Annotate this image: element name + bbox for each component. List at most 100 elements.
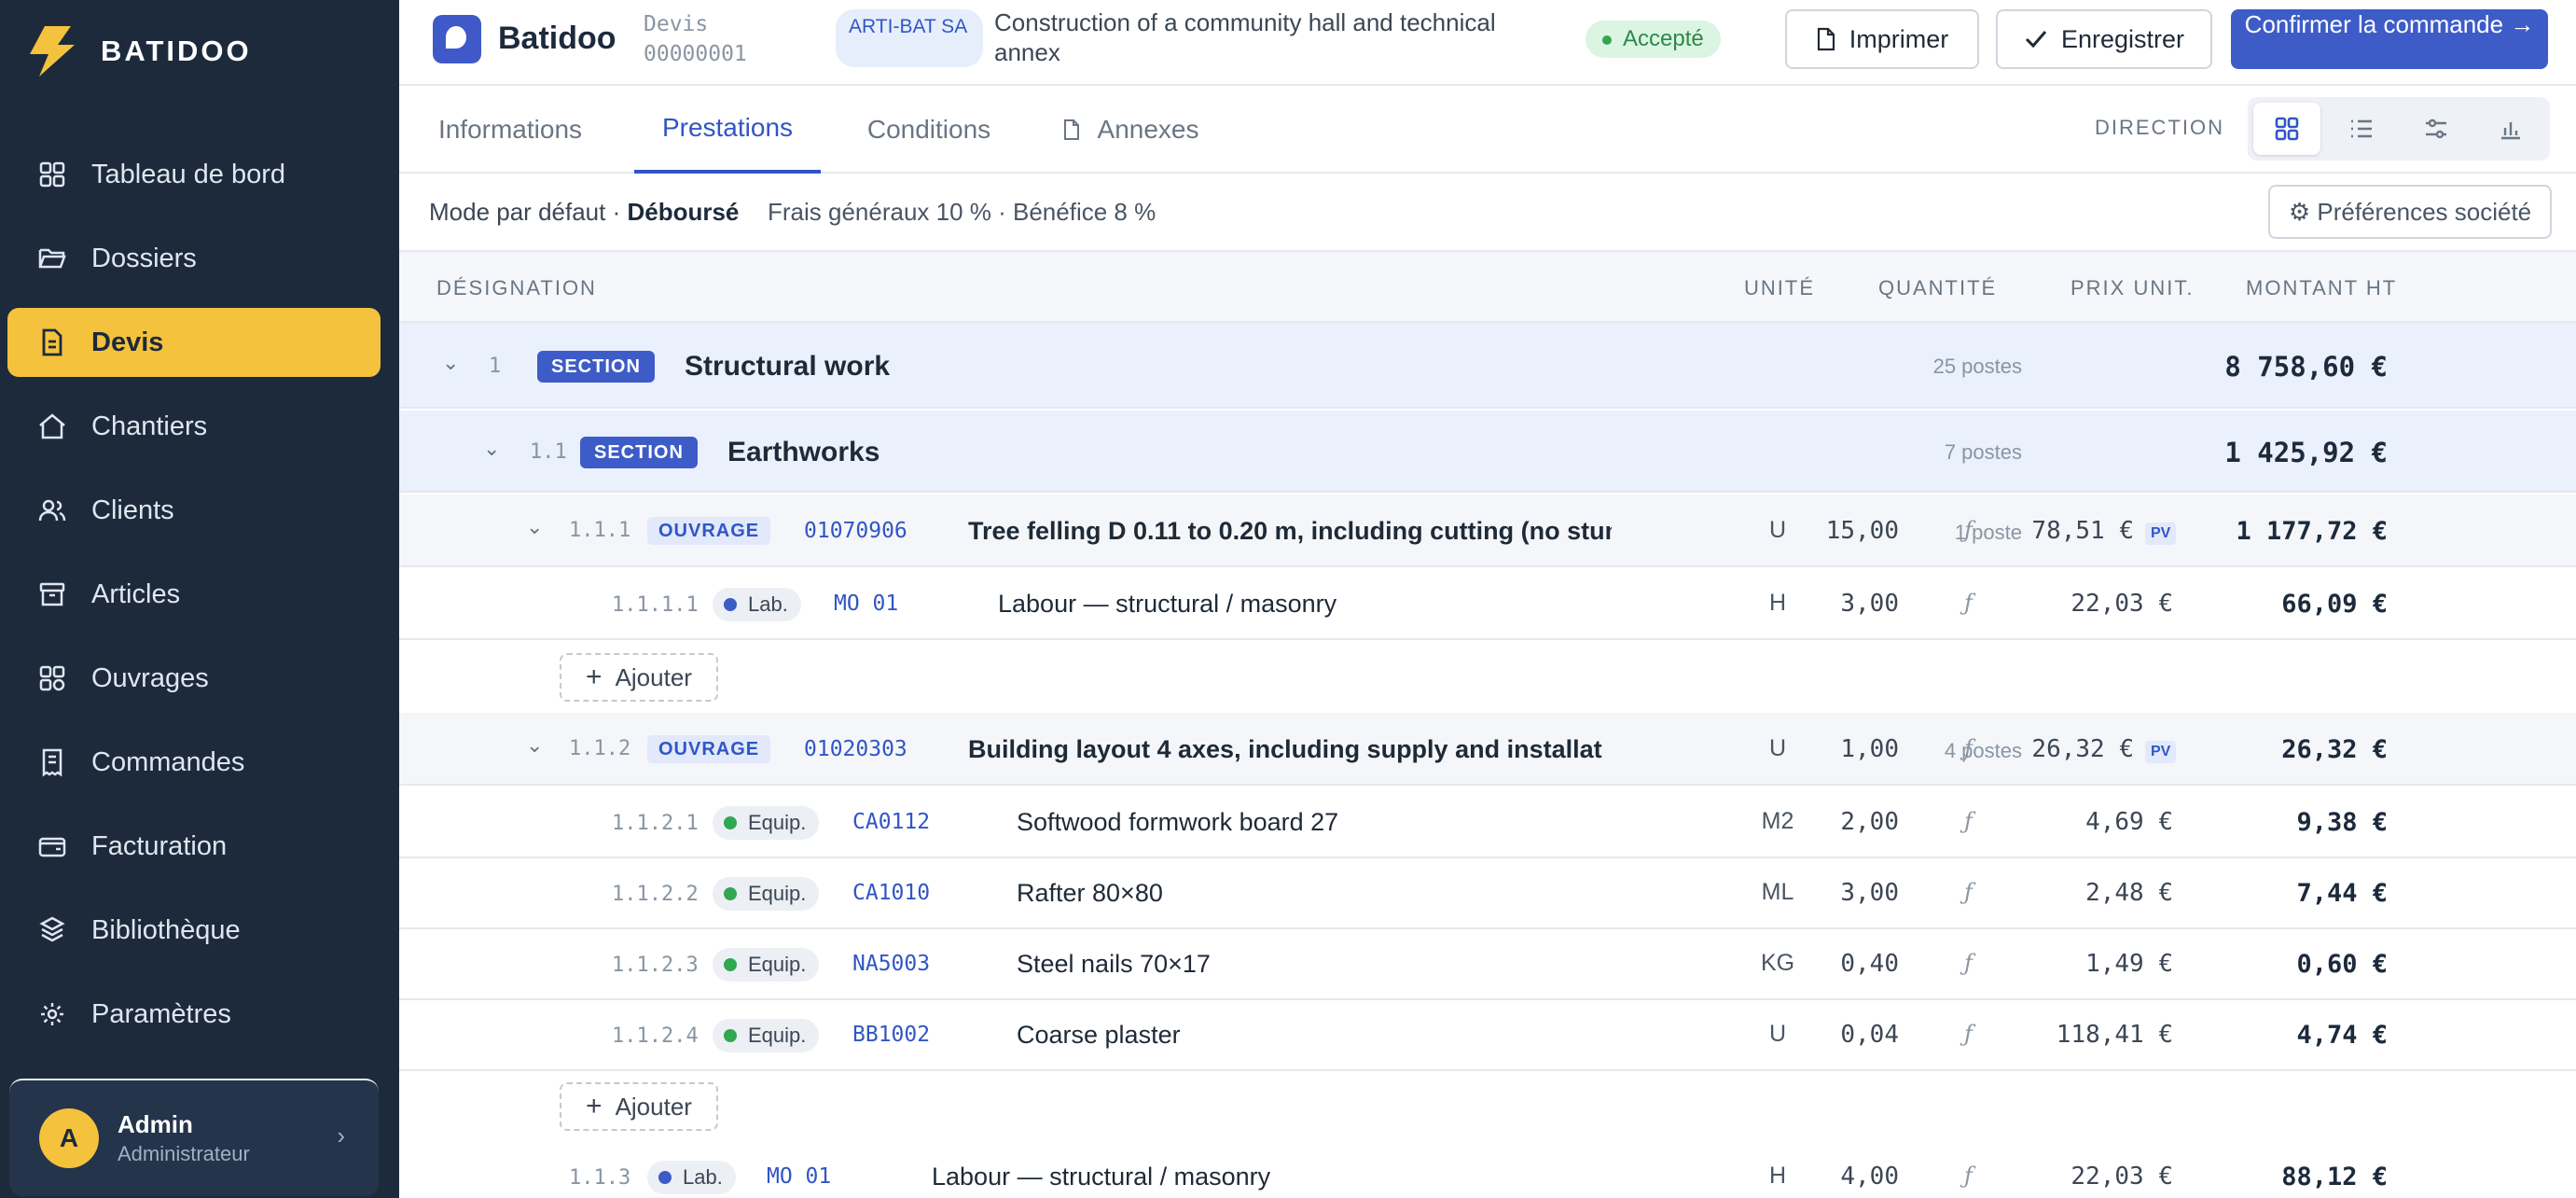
row-quantity[interactable]: 0,04 [1787, 1021, 1899, 1049]
add-label: Ajouter [615, 1092, 692, 1121]
row-code: MO 01 [767, 1164, 832, 1189]
row-designation[interactable]: Labour — structural / masonry [932, 1163, 1270, 1191]
row-amount: 88,12 € [2281, 1163, 2388, 1191]
avatar: A [39, 1108, 99, 1168]
tab-informations[interactable]: Informations [423, 86, 597, 174]
nav-item-bibliotheque[interactable]: Bibliothèque [7, 896, 381, 965]
formula-icon[interactable]: ƒ [1964, 735, 1973, 761]
user-menu[interactable]: A Admin Administrateur › [9, 1079, 379, 1196]
nav-item-clients[interactable]: Clients [7, 476, 381, 545]
chevron-down-icon[interactable]: ⌄ [483, 437, 500, 461]
row-designation[interactable]: Tree felling D 0.11 to 0.20 m, including… [968, 517, 1612, 546]
row-designation[interactable]: Structural work [685, 351, 890, 383]
type-chip-equipment: Equip. [713, 948, 820, 982]
nav-item-parametres[interactable]: Paramètres [7, 980, 381, 1049]
formula-icon[interactable]: ƒ [1964, 879, 1973, 905]
table-row[interactable]: 1.1.3 Lab. MO 01 Labour — structural / m… [399, 1144, 2576, 1198]
view-grid-button[interactable] [2253, 103, 2320, 155]
row-designation[interactable]: Coarse plaster [1017, 1021, 1181, 1050]
chevron-down-icon[interactable]: ⌄ [526, 515, 543, 539]
wallet-icon [34, 828, 71, 865]
row-designation[interactable]: Earthworks [727, 437, 879, 468]
row-quantity[interactable]: 3,00 [1787, 879, 1899, 907]
table-row[interactable]: 1.1.2.4 Equip. BB1002 Coarse plaster U 0… [399, 1000, 2576, 1071]
row-quantity[interactable]: 2,00 [1787, 808, 1899, 836]
tab-label: Prestations [661, 113, 794, 142]
row-amount: 4,74 € [2296, 1021, 2388, 1050]
chevron-down-icon[interactable]: ⌄ [442, 351, 459, 375]
users-icon [34, 492, 71, 529]
col-unit-price: PRIX UNIT. [2070, 276, 2195, 300]
user-name: Admin [118, 1110, 193, 1138]
add-label: Ajouter [615, 662, 692, 691]
nav-item-articles[interactable]: Articles [7, 560, 381, 629]
nav-item-devis[interactable]: Devis [7, 308, 381, 377]
formula-icon[interactable]: ƒ [1964, 590, 1973, 616]
nav-item-commandes[interactable]: Commandes [7, 728, 381, 797]
row-quantity[interactable]: 0,40 [1787, 950, 1899, 978]
sidebar: BATIDOO Tableau de bord Dossiers Devis C… [0, 0, 399, 1198]
table-row[interactable]: 1.1.2.1 Equip. CA0112 Softwood formwork … [399, 787, 2576, 858]
add-line-button[interactable]: + Ajouter [560, 653, 718, 702]
formula-icon[interactable]: ƒ [1964, 950, 1973, 976]
table-row[interactable]: 1.1.2.3 Equip. NA5003 Steel nails 70×17 … [399, 929, 2576, 1000]
table-row-ouvrage[interactable]: ⌄ 1.1.1 OUVRAGE 01070906 Tree felling D … [399, 495, 2576, 567]
row-amount: 1 177,72 € [2236, 517, 2388, 546]
add-row: + Ajouter [399, 1073, 2576, 1144]
row-number: 1.1.2.4 [612, 1024, 699, 1048]
type-chip-equipment: Equip. [713, 1019, 820, 1052]
plus-icon: + [586, 1091, 602, 1121]
table-row-section[interactable]: ⌄ 1.1 SECTION Earthworks 7 postes 1 425,… [399, 411, 2576, 493]
formula-icon[interactable]: ƒ [1964, 808, 1973, 834]
app-name: Batidoo [498, 21, 616, 56]
tab-annexes[interactable]: Annexes [1030, 86, 1231, 174]
tab-conditions[interactable]: Conditions [836, 86, 1022, 174]
chevron-down-icon[interactable]: ⌄ [526, 733, 543, 758]
print-button[interactable]: Imprimer [1785, 9, 1979, 69]
nav-item-ouvrages[interactable]: Ouvrages [7, 644, 381, 713]
confirm-order-button[interactable]: Confirmer la commande → [2231, 9, 2548, 69]
nav-item-chantiers[interactable]: Chantiers [7, 392, 381, 461]
nav-item-dashboard[interactable]: Tableau de bord [7, 140, 381, 209]
table-row[interactable]: 1.1.2.2 Equip. CA1010 Rafter 80×80 ML 3,… [399, 858, 2576, 929]
plus-icon: + [586, 662, 602, 692]
doc-type: Devis [644, 12, 709, 36]
client-chip[interactable]: ARTI-BAT SA [836, 9, 983, 67]
row-number: 1.1.1.1 [612, 593, 699, 617]
company-preferences-button[interactable]: ⚙ Préférences société [2268, 185, 2552, 239]
save-button[interactable]: Enregistrer [1996, 9, 2212, 69]
row-designation[interactable]: Softwood formwork board 27 [1017, 808, 1338, 837]
nav-item-facturation[interactable]: Facturation [7, 812, 381, 881]
row-quantity[interactable]: 4,00 [1787, 1163, 1899, 1191]
formula-icon[interactable]: ƒ [1964, 1021, 1973, 1047]
nav-item-dossiers[interactable]: Dossiers [7, 224, 381, 293]
row-amount: 66,09 € [2281, 590, 2388, 619]
view-chart-button[interactable] [2477, 103, 2544, 155]
formula-icon[interactable]: ƒ [1964, 1163, 1973, 1189]
row-quantity[interactable]: 15,00 [1787, 517, 1899, 545]
nav-label: Dossiers [91, 243, 197, 273]
row-designation[interactable]: Building layout 4 axes, including supply… [968, 735, 1602, 764]
blocks-icon [34, 660, 71, 697]
row-designation[interactable]: Rafter 80×80 [1017, 879, 1163, 908]
row-designation[interactable]: Steel nails 70×17 [1017, 950, 1211, 979]
view-adjust-button[interactable] [2403, 103, 2470, 155]
row-number: 1.1.1 [569, 519, 631, 542]
row-quantity[interactable]: 1,00 [1787, 735, 1899, 763]
main-content: Batidoo Devis 00000001 ARTI-BAT SA Const… [399, 0, 2576, 1198]
tab-prestations[interactable]: Prestations [634, 86, 821, 174]
row-designation[interactable]: Labour — structural / masonry [998, 590, 1336, 619]
table-row-ouvrage[interactable]: ⌄ 1.1.2 OUVRAGE 01020303 Building layout… [399, 713, 2576, 786]
row-code: MO 01 [834, 592, 899, 616]
add-line-button[interactable]: + Ajouter [560, 1082, 718, 1131]
row-quantity[interactable]: 3,00 [1787, 590, 1899, 618]
view-list-button[interactable] [2328, 103, 2395, 155]
table-row-section[interactable]: ⌄ 1 SECTION Structural work 25 postes 8 … [399, 323, 2576, 409]
view-mode-switcher [2248, 97, 2550, 160]
tab-label: Conditions [866, 115, 991, 144]
project-title: Construction of a community hall and tec… [994, 8, 1496, 66]
formula-icon[interactable]: ƒ [1964, 517, 1973, 543]
table-row[interactable]: 1.1.1.1 Lab. MO 01 Labour — structural /… [399, 569, 2576, 640]
brand-logo[interactable]: BATIDOO [26, 24, 252, 78]
print-label: Imprimer [1849, 24, 1949, 53]
